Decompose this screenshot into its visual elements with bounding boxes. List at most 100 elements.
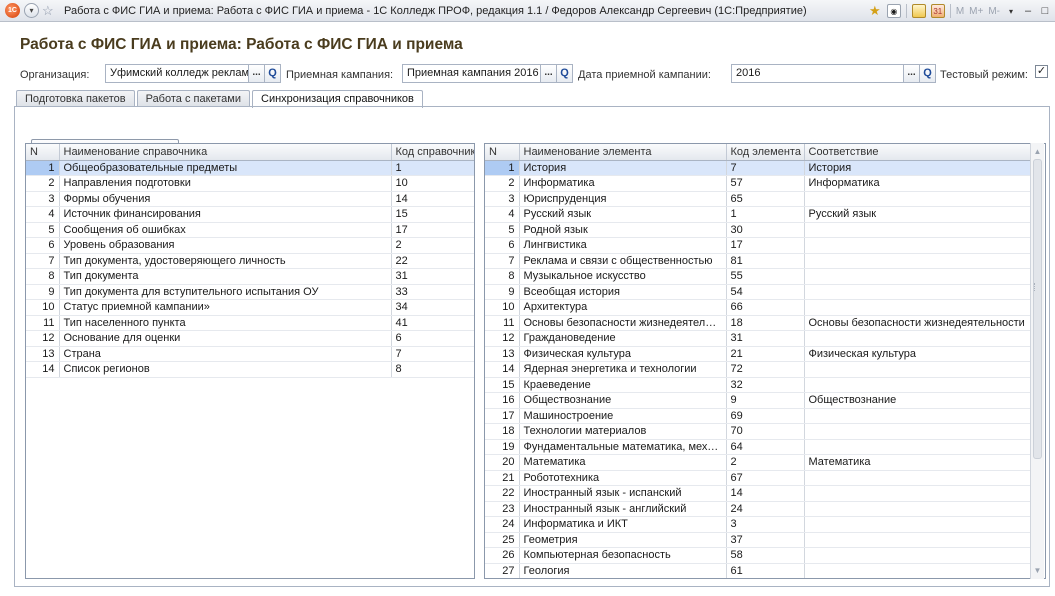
elements-table: N Наименование элемента Код элемента Соо…	[484, 143, 1046, 579]
memory-plus-button[interactable]: M+	[969, 6, 983, 17]
cell-match: Математика	[804, 454, 1032, 471]
main-menu-icon[interactable]: ▾	[24, 3, 39, 18]
table-row[interactable]: 25 Геометрия 37	[485, 532, 1032, 548]
cell-n: 5	[485, 222, 520, 238]
table-row[interactable]: 21 Робототехника 67	[485, 470, 1032, 486]
campaign-date-search-icon[interactable]: Q	[919, 64, 936, 83]
table-row[interactable]: 6 Лингвистика 17	[485, 237, 1032, 254]
cell-name: Основы безопасности жизнедеятельнос...	[519, 315, 727, 331]
cell-match	[804, 501, 1032, 517]
table-row[interactable]: 26 Компьютерная безопасность 58	[485, 547, 1032, 564]
table-row[interactable]: 5 Родной язык 30	[485, 222, 1032, 238]
table-row[interactable]: 9 Всеобщая история 54	[485, 284, 1032, 300]
table-row[interactable]: 3 Юриспруденция 65	[485, 191, 1032, 207]
table-row[interactable]: 13 Физическая культура 21 Физическая культу…	[485, 346, 1032, 362]
table-row[interactable]: 7 Тип документа, удостоверяющего личность…	[26, 253, 474, 269]
table-row[interactable]: 6 Уровень образования 2	[26, 237, 474, 254]
scroll-thumb[interactable]	[1033, 159, 1042, 459]
column-header-element-name[interactable]: Наименование элемента	[519, 144, 727, 161]
column-header-dictionary-code[interactable]: Код справочника	[391, 144, 474, 161]
cell-name: Музыкальное искусство	[519, 268, 727, 285]
maximize-button[interactable]: □	[1039, 5, 1051, 17]
table-row[interactable]: 23 Иностранный язык - английский 24	[485, 501, 1032, 517]
table-row[interactable]: 5 Сообщения об ошибках 17	[26, 222, 474, 238]
table-row[interactable]: 20 Математика 2 Математика	[485, 454, 1032, 471]
table-row[interactable]: 1 Общеобразовательные предметы 1	[26, 160, 474, 176]
table-row[interactable]: 17 Машиностроение 69	[485, 408, 1032, 424]
cell-name: Тип населенного пункта	[59, 315, 392, 331]
cell-n: 10	[485, 299, 520, 316]
table-row[interactable]: 11 Основы безопасности жизнедеятельнос...…	[485, 315, 1032, 331]
tab-prepare-packages[interactable]: Подготовка пакетов	[16, 90, 135, 107]
table-row[interactable]: 14 Список регионов 8	[26, 361, 474, 378]
minimize-button[interactable]: –	[1022, 5, 1034, 17]
campaign-date-select-button[interactable]: ...	[903, 64, 920, 83]
calculator-icon[interactable]	[911, 4, 926, 18]
scroll-down-arrow-icon[interactable]: ▼	[1031, 564, 1044, 577]
tab-work-with-packages[interactable]: Работа с пакетами	[136, 90, 251, 107]
cell-n: 6	[26, 237, 60, 254]
calendar-icon[interactable]: 31	[930, 4, 945, 18]
table-row[interactable]: 4 Источник финансирования 15	[26, 206, 474, 223]
table-row[interactable]: 12 Граждановедение 31	[485, 330, 1032, 347]
table-row[interactable]: 3 Формы обучения 14	[26, 191, 474, 207]
table-row[interactable]: 19 Фундаментальные математика, механик...…	[485, 439, 1032, 455]
campaign-select-button[interactable]: ...	[540, 64, 557, 83]
table-row[interactable]: 24 Информатика и ИКТ 3	[485, 516, 1032, 533]
table-row[interactable]: 13 Страна 7	[26, 346, 474, 362]
cell-n: 21	[485, 470, 520, 486]
elements-table-scrollbar[interactable]: ▲ ▼	[1030, 143, 1044, 579]
favorites-icon[interactable]: ★	[868, 4, 882, 18]
cell-n: 17	[485, 408, 520, 424]
cell-match: Основы безопасности жизнедеятельности	[804, 315, 1032, 331]
table-row[interactable]: 2 Информатика 57 Информатика	[485, 175, 1032, 192]
memory-m-button[interactable]: M	[956, 6, 964, 17]
cell-code: 57	[726, 175, 805, 192]
app-logo-icon[interactable]: 1С	[5, 3, 20, 18]
cell-n: 1	[485, 160, 520, 176]
memory-minus-button[interactable]: M-	[988, 6, 1000, 17]
cell-match	[804, 547, 1032, 564]
table-row[interactable]: 12 Основание для оценки 6	[26, 330, 474, 347]
scroll-up-arrow-icon[interactable]: ▲	[1031, 145, 1044, 158]
table-row[interactable]: 10 Архитектура 66	[485, 299, 1032, 316]
organization-field[interactable]: Уфимский колледж рекламы и	[105, 64, 249, 83]
table-row[interactable]: 16 Обществознание 9 Обществознание	[485, 392, 1032, 409]
table-row[interactable]: 4 Русский язык 1 Русский язык	[485, 206, 1032, 223]
test-mode-checkbox[interactable]: ✓	[1035, 65, 1048, 78]
history-icon[interactable]: ◉	[886, 4, 901, 18]
campaign-search-icon[interactable]: Q	[556, 64, 573, 83]
cell-name: Уровень образования	[59, 237, 392, 254]
table-row[interactable]: 14 Ядерная энергетика и технологии 72	[485, 361, 1032, 378]
organization-search-icon[interactable]: Q	[264, 64, 281, 83]
table-row[interactable]: 1 История 7 История	[485, 160, 1032, 176]
table-row[interactable]: 18 Технологии материалов 70	[485, 423, 1032, 440]
table-row[interactable]: 11 Тип населенного пункта 41	[26, 315, 474, 331]
campaign-field[interactable]: Приемная кампания 2016	[402, 64, 542, 83]
toolbar-separator	[949, 4, 951, 18]
dropdown-arrow-icon[interactable]: ▾	[1005, 7, 1017, 16]
organization-select-button[interactable]: ...	[248, 64, 265, 83]
column-header-n[interactable]: N	[485, 144, 520, 161]
cell-match	[804, 284, 1032, 300]
cell-code: 67	[726, 470, 805, 486]
table-row[interactable]: 8 Музыкальное искусство 55	[485, 268, 1032, 285]
campaign-date-field[interactable]: 2016	[731, 64, 904, 83]
table-row[interactable]: 15 Краеведение 32	[485, 377, 1032, 393]
cell-match	[804, 237, 1032, 254]
table-row[interactable]: 8 Тип документа 31	[26, 268, 474, 285]
table-row[interactable]: 10 Статус приемной кампании» 34	[26, 299, 474, 316]
table-row[interactable]: 27 Геология 61	[485, 563, 1032, 578]
table-row[interactable]: 22 Иностранный язык - испанский 14	[485, 485, 1032, 502]
cell-match	[804, 532, 1032, 548]
table-row[interactable]: 9 Тип документа для вступительного испыта…	[26, 284, 474, 300]
table-row[interactable]: 2 Направления подготовки 10	[26, 175, 474, 192]
cell-match: Обществознание	[804, 392, 1032, 409]
cell-code: 6	[391, 330, 474, 347]
favorite-star-icon[interactable]: ☆	[42, 3, 54, 18]
table-row[interactable]: 7 Реклама и связи с общественностью 81	[485, 253, 1032, 269]
column-header-element-code[interactable]: Код элемента	[726, 144, 805, 161]
column-header-n[interactable]: N	[26, 144, 60, 161]
column-header-dictionary-name[interactable]: Наименование справочника	[59, 144, 392, 161]
column-header-match[interactable]: Соответствие	[804, 144, 1032, 161]
